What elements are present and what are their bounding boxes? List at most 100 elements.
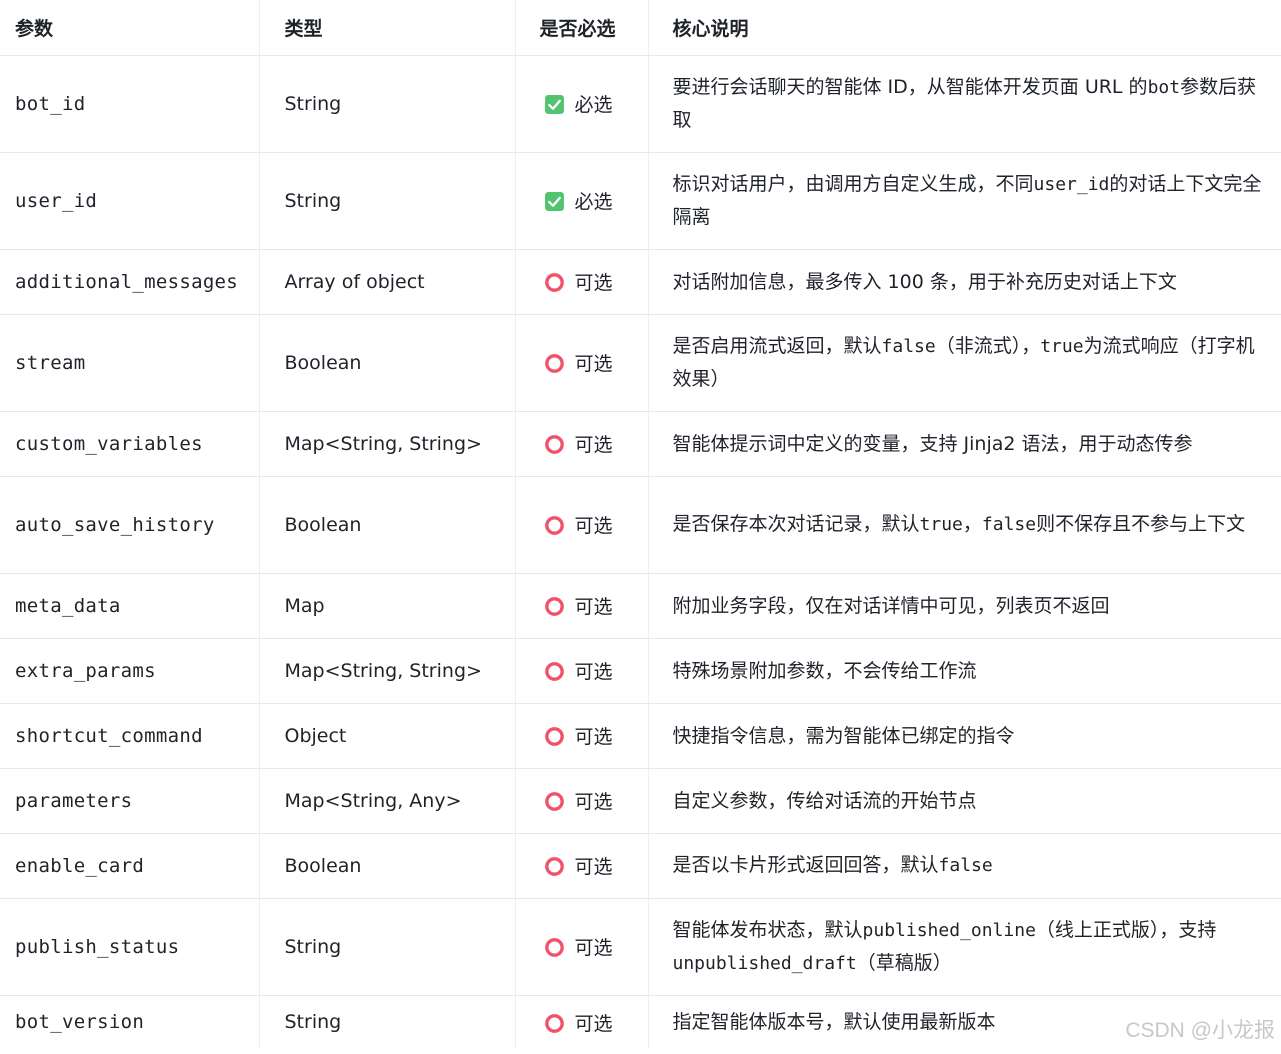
table-body: bot_id String 必选 要进行会话聊天的智能体 ID，从智能体开发页面 UR… (0, 55, 1281, 1049)
description-text: 则不保存且不参与上下文 (1036, 513, 1246, 535)
hollow-circle-icon (544, 273, 564, 292)
param-name: user_id (0, 152, 260, 250)
description-text: 是否启用流式返回，默认 (672, 335, 882, 357)
inline-code: false (938, 855, 993, 876)
param-required: 可选 (515, 249, 649, 315)
table-row: meta_data Map 可选 附加业务字段，仅在对话详情中可见，列表页不返回 (0, 573, 1281, 639)
description-text: 是否保存本次对话记录，默认 (672, 513, 920, 535)
inline-code: unpublished_draft (672, 952, 857, 974)
param-description: 附加业务字段，仅在对话详情中可见，列表页不返回 (648, 573, 1281, 639)
table-row: user_id String 必选 标识对话用户，由调用方自定义生成，不同user_i… (0, 152, 1281, 250)
description-text: 标识对话用户，由调用方自定义生成，不同 (672, 173, 1034, 195)
param-description: 是否以卡片形式返回回答，默认false (648, 833, 1281, 899)
header-type: 类型 (259, 0, 516, 56)
param-description: 快捷指令信息，需为智能体已绑定的指令 (648, 703, 1281, 769)
inline-code: published_online (862, 919, 1036, 941)
description-text: 要进行会话聊天的智能体 ID，从智能体开发页面 URL 的 (672, 76, 1148, 98)
description-text: 对话附加信息，最多传入 100 条，用于补充历史对话上下文 (672, 270, 1177, 293)
table-row: publish_status String 可选 智能体发布状态，默认publishe… (0, 898, 1281, 996)
watermark: CSDN @小龙报 (1125, 1019, 1275, 1042)
table-row: parameters Map<String, Any> 可选 自定义参数，传给对话流的… (0, 768, 1281, 834)
hollow-circle-icon (544, 857, 564, 876)
description-text: （非流式）， (935, 335, 1041, 357)
param-name: meta_data (0, 573, 260, 639)
param-type: Map (259, 573, 516, 639)
param-required: 可选 (515, 995, 649, 1049)
param-name: shortcut_command (0, 703, 260, 769)
table-row: bot_id String 必选 要进行会话聊天的智能体 ID，从智能体开发页面 UR… (0, 55, 1281, 153)
header-param: 参数 (0, 0, 260, 56)
parameter-table: 参数 类型 是否必选 核心说明 bot_id String 必选 要进行会话聊天的智能… (0, 0, 1281, 1049)
param-description: 对话附加信息，最多传入 100 条，用于补充历史对话上下文 (648, 249, 1281, 315)
param-type: Map<String, String> (259, 638, 516, 704)
param-name: extra_params (0, 638, 260, 704)
required-label: 可选 (574, 353, 613, 375)
param-type: Boolean (259, 476, 516, 574)
param-name: parameters (0, 768, 260, 834)
param-name: bot_version (0, 995, 260, 1049)
param-required: 可选 (515, 833, 649, 899)
description-text: 附加业务字段，仅在对话详情中可见，列表页不返回 (672, 594, 1110, 617)
param-type: String (259, 55, 516, 153)
description-text: 自定义参数，传给对话流的开始节点 (672, 789, 977, 812)
required-label: 必选 (574, 191, 613, 213)
hollow-circle-icon (544, 938, 564, 957)
param-required: 可选 (515, 898, 649, 996)
description-text: 特殊场景附加参数，不会传给工作流 (672, 659, 977, 682)
hollow-circle-icon (544, 516, 564, 535)
param-description: 自定义参数，传给对话流的开始节点 (648, 768, 1281, 834)
table-row: additional_messages Array of object 可选 对话附加… (0, 249, 1281, 315)
param-name: auto_save_history (0, 476, 260, 574)
required-label: 可选 (574, 515, 613, 537)
param-description: 智能体发布状态，默认published_online（线上正式版），支持 unpu… (648, 898, 1281, 996)
param-description: 标识对话用户，由调用方自定义生成，不同user_id的对话上下文完全隔离 (648, 152, 1281, 250)
table-row: shortcut_command Object 可选 快捷指令信息，需为智能体已绑定的… (0, 703, 1281, 769)
table-row: stream Boolean 可选 是否启用流式返回，默认false（非流式），tru… (0, 314, 1281, 412)
hollow-circle-icon (544, 727, 564, 746)
param-description: 智能体提示词中定义的变量，支持 Jinja2 语法，用于动态传参 (648, 411, 1281, 477)
param-required: 可选 (515, 573, 649, 639)
param-required: 可选 (515, 314, 649, 412)
description-text: ， (962, 513, 982, 535)
header-description: 核心说明 (648, 0, 1281, 56)
description-text: （草稿版） (856, 951, 952, 974)
param-name: bot_id (0, 55, 260, 153)
hollow-circle-icon (544, 1013, 564, 1033)
description-text: 是否以卡片形式返回回答，默认 (672, 854, 939, 876)
hollow-circle-icon (544, 662, 564, 681)
required-label: 可选 (574, 937, 613, 959)
hollow-circle-icon (544, 354, 564, 373)
description-text: （线上正式版），支持 (1035, 918, 1217, 941)
required-label: 可选 (574, 434, 613, 456)
hollow-circle-icon (544, 792, 564, 811)
description-text: 智能体发布状态，默认 (672, 918, 863, 941)
param-required: 可选 (515, 768, 649, 834)
table-row: enable_card Boolean 可选 是否以卡片形式返回回答，默认false (0, 833, 1281, 899)
hollow-circle-icon (544, 597, 564, 616)
param-name: custom_variables (0, 411, 260, 477)
inline-code: true (1040, 336, 1084, 357)
required-label: 可选 (574, 661, 613, 683)
param-type: String (259, 898, 516, 996)
required-label: 可选 (574, 1012, 613, 1035)
table-header-row: 参数 类型 是否必选 核心说明 (0, 0, 1281, 56)
inline-code: false (981, 514, 1037, 535)
param-required: 可选 (515, 476, 649, 574)
param-description: 是否保存本次对话记录，默认true，false则不保存且不参与上下文 (648, 476, 1281, 574)
param-required: 必选 (515, 152, 649, 250)
check-box-icon (544, 95, 564, 114)
required-label: 可选 (574, 272, 613, 294)
description-text: 快捷指令信息，需为智能体已绑定的指令 (672, 724, 1015, 747)
param-type: Array of object (259, 249, 516, 315)
param-name: additional_messages (0, 249, 260, 315)
param-required: 可选 (515, 411, 649, 477)
param-required: 可选 (515, 703, 649, 769)
param-type: String (259, 152, 516, 250)
table-row: custom_variables Map<String, String> 可选 智能体… (0, 411, 1281, 477)
table-row: auto_save_history Boolean 可选 是否保存本次对话记录，默认t… (0, 476, 1281, 574)
required-label: 可选 (574, 726, 613, 748)
inline-code: user_id (1033, 174, 1110, 195)
description-text: 指定智能体版本号，默认使用最新版本 (672, 1011, 996, 1034)
table-row: extra_params Map<String, String> 可选 特殊场景附加参… (0, 638, 1281, 704)
param-description: 是否启用流式返回，默认false（非流式），true为流式响应（打字机效果） (648, 314, 1281, 412)
